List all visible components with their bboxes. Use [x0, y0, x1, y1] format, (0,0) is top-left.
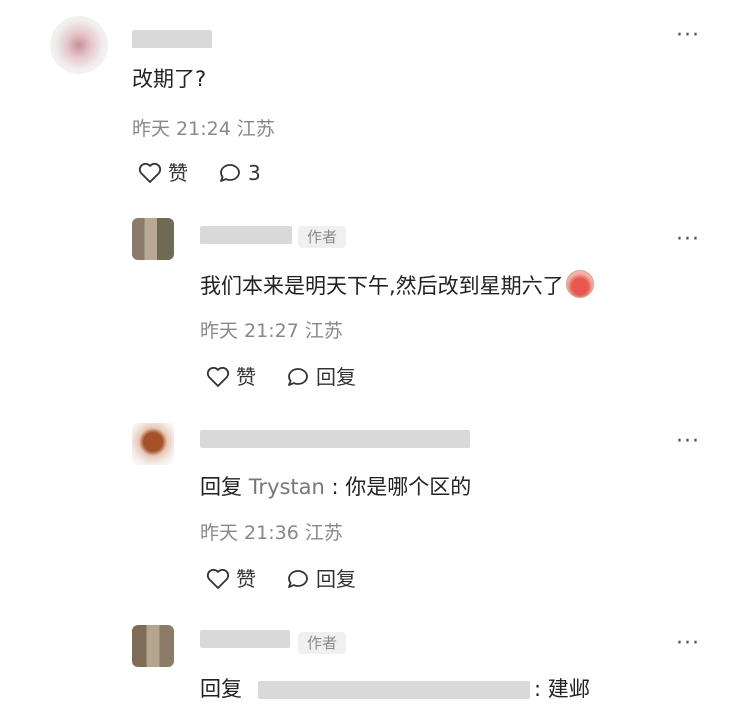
- username-blurred[interactable]: [200, 226, 292, 244]
- comment-time: 昨天 21:27: [200, 320, 299, 342]
- username-blurred[interactable]: [200, 430, 470, 448]
- more-options-icon[interactable]: ···: [676, 229, 700, 251]
- reply-prefix: 回复: [200, 475, 242, 499]
- like-label: 赞: [168, 161, 188, 185]
- like-button[interactable]: 赞: [138, 162, 188, 184]
- comment-location: 江苏: [304, 320, 343, 342]
- reply-count: 3: [248, 161, 261, 185]
- comment-location: 江苏: [236, 118, 275, 140]
- comment-location: 江苏: [304, 522, 343, 544]
- reply-button[interactable]: 回复: [286, 568, 356, 590]
- heart-icon: [206, 366, 230, 387]
- like-label: 赞: [236, 365, 256, 389]
- comment-text: 回复 Trystan : 你是哪个区的: [200, 474, 471, 500]
- comment-text: 回复: [200, 676, 242, 702]
- comment-body: 我们本来是明天下午,然后改到星期六了: [200, 274, 564, 298]
- avatar[interactable]: [132, 218, 174, 260]
- crying-face-emoji-icon: [565, 270, 594, 298]
- speech-bubble-icon: [288, 368, 308, 386]
- username-blurred[interactable]: [200, 630, 290, 648]
- comment-time: 昨天 21:36: [200, 522, 299, 544]
- reply-button[interactable]: 回复: [286, 366, 356, 388]
- comment-meta: 昨天 21:36 江苏: [200, 522, 343, 544]
- more-options-icon[interactable]: ···: [676, 25, 700, 47]
- comment-meta: 昨天 21:27 江苏: [200, 320, 343, 342]
- like-label: 赞: [236, 567, 256, 591]
- avatar[interactable]: [132, 625, 174, 667]
- author-badge: 作者: [298, 226, 347, 248]
- author-badge: 作者: [298, 632, 347, 654]
- avatar[interactable]: [132, 423, 174, 465]
- more-options-icon[interactable]: ···: [676, 633, 700, 655]
- comment-time: 昨天 21:24: [132, 118, 231, 140]
- like-button[interactable]: 赞: [206, 366, 256, 388]
- heart-icon: [138, 162, 162, 183]
- comment-meta: 昨天 21:24 江苏: [132, 118, 275, 140]
- comment-body: : 你是哪个区的: [324, 475, 472, 499]
- mention-link[interactable]: Trystan: [249, 475, 325, 499]
- heart-icon: [206, 568, 230, 589]
- comment-text: 改期了?: [132, 67, 207, 91]
- reply-label: 回复: [316, 365, 356, 389]
- mention-blurred[interactable]: [258, 681, 530, 699]
- reply-count-button[interactable]: 3: [218, 162, 261, 184]
- comment-body: : 建邺: [534, 677, 590, 701]
- reply-prefix: 回复: [200, 677, 242, 701]
- avatar[interactable]: [50, 16, 108, 74]
- speech-bubble-icon: [220, 164, 240, 182]
- username-blurred[interactable]: [132, 30, 212, 48]
- more-options-icon[interactable]: ···: [676, 431, 700, 453]
- like-button[interactable]: 赞: [206, 568, 256, 590]
- comment-text: 我们本来是明天下午,然后改到星期六了: [200, 270, 594, 299]
- speech-bubble-icon: [288, 570, 308, 588]
- reply-label: 回复: [316, 567, 356, 591]
